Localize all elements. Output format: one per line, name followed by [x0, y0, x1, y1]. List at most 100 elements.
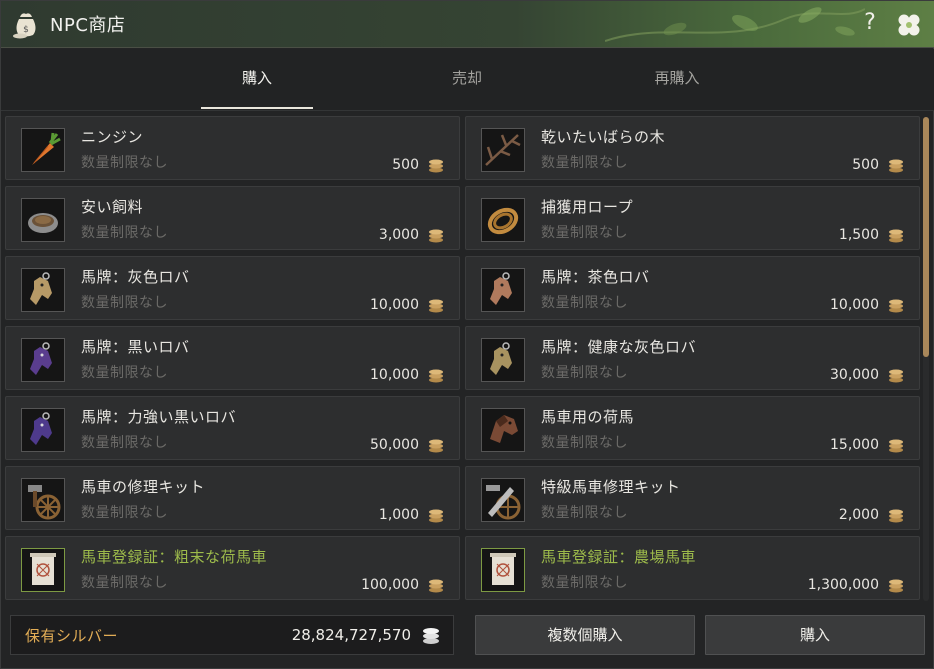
- silver-coin-icon: [423, 628, 439, 644]
- svg-text:$: $: [23, 25, 29, 35]
- list-item[interactable]: 捕獲用ロープ 数量制限なし 1,500: [465, 186, 920, 250]
- silver-coin-icon: [889, 229, 903, 243]
- item-price: 10,000: [370, 367, 419, 383]
- item-name: 馬牌：黒いロバ: [81, 338, 190, 356]
- item-quantity-limit: 数量制限なし: [81, 295, 168, 311]
- money-bag-icon: $: [13, 13, 36, 39]
- list-item[interactable]: ニンジン 数量制限なし 500: [5, 116, 460, 180]
- item-price: 50,000: [370, 437, 419, 453]
- list-item[interactable]: 馬牌：灰色ロバ 数量制限なし 10,000: [5, 256, 460, 320]
- scrollbar-thumb[interactable]: [923, 117, 929, 357]
- item-quantity-limit: 数量制限なし: [81, 575, 168, 591]
- title-bar[interactable]: $ NPC商店 ?: [1, 1, 934, 48]
- tab-buy[interactable]: 購入: [197, 49, 317, 109]
- item-name: 馬車登録証：粗末な荷馬車: [81, 548, 268, 566]
- item-name: 馬牌：灰色ロバ: [81, 268, 190, 286]
- tab-rebuy[interactable]: 再購入: [617, 49, 737, 109]
- donkey-tag-icon: [481, 268, 525, 312]
- item-quantity-limit: 数量制限なし: [541, 295, 628, 311]
- list-item[interactable]: 乾いたいばらの木 数量制限なし 500: [465, 116, 920, 180]
- list-item[interactable]: 馬牌：力強い黒いロバ 数量制限なし 50,000: [5, 396, 460, 460]
- item-price: 3,000: [378, 227, 419, 243]
- silver-coin-icon: [429, 229, 443, 243]
- item-price: 1,000: [378, 507, 419, 523]
- silver-coin-icon: [429, 509, 443, 523]
- item-name: 馬牌：茶色ロバ: [541, 268, 650, 286]
- carrot-icon: [21, 128, 65, 172]
- item-price: 15,000: [830, 437, 879, 453]
- item-name: 馬牌：健康な灰色ロバ: [541, 338, 697, 356]
- item-quantity-limit: 数量制限なし: [81, 505, 168, 521]
- silver-coin-icon: [889, 369, 903, 383]
- item-price: 1,300,000: [807, 577, 879, 593]
- donkey-tag-icon: [481, 338, 525, 382]
- feed-bowl-icon: [21, 198, 65, 242]
- horse-head-icon: [481, 408, 525, 452]
- item-name: 安い飼料: [81, 198, 144, 216]
- item-quantity-limit: 数量制限なし: [541, 575, 628, 591]
- item-name: 馬牌：力強い黒いロバ: [81, 408, 237, 426]
- window-title: NPC商店: [50, 15, 126, 36]
- item-list: ニンジン 数量制限なし 500 乾いたいばらの木 数量制限なし 500 安い飼料…: [1, 112, 934, 604]
- list-item[interactable]: 馬車用の荷馬 数量制限なし 15,000: [465, 396, 920, 460]
- rope-icon: [481, 198, 525, 242]
- item-price: 10,000: [830, 297, 879, 313]
- list-item[interactable]: 馬牌：黒いロバ 数量制限なし 10,000: [5, 326, 460, 390]
- item-quantity-limit: 数量制限なし: [541, 505, 628, 521]
- clover-icon[interactable]: [895, 11, 923, 39]
- item-quantity-limit: 数量制限なし: [81, 155, 168, 171]
- list-item[interactable]: 馬牌：健康な灰色ロバ 数量制限なし 30,000: [465, 326, 920, 390]
- repair-kit-icon: [21, 478, 65, 522]
- item-price: 10,000: [370, 297, 419, 313]
- silver-coin-icon: [889, 299, 903, 313]
- item-name: ニンジン: [81, 128, 144, 146]
- item-name: 馬車登録証：農場馬車: [541, 548, 697, 566]
- item-quantity-limit: 数量制限なし: [541, 435, 628, 451]
- silver-coin-icon: [429, 299, 443, 313]
- silver-coin-icon: [429, 439, 443, 453]
- silver-coin-icon: [889, 439, 903, 453]
- item-name: 捕獲用ロープ: [541, 198, 634, 216]
- item-name: 馬車用の荷馬: [541, 408, 635, 426]
- premium-repair-kit-icon: [481, 478, 525, 522]
- item-name: 馬車の修理キット: [81, 478, 206, 496]
- thorn-branch-icon: [481, 128, 525, 172]
- list-item[interactable]: 安い飼料 数量制限なし 3,000: [5, 186, 460, 250]
- list-item[interactable]: 馬牌：茶色ロバ 数量制限なし 10,000: [465, 256, 920, 320]
- list-item[interactable]: 馬車登録証：粗末な荷馬車 数量制限なし 100,000: [5, 536, 460, 600]
- item-price: 30,000: [830, 367, 879, 383]
- item-quantity-limit: 数量制限なし: [81, 225, 168, 241]
- item-quantity-limit: 数量制限なし: [541, 365, 628, 381]
- silver-coin-icon: [429, 579, 443, 593]
- item-price: 1,500: [838, 227, 879, 243]
- help-button[interactable]: ?: [859, 10, 881, 38]
- item-quantity-limit: 数量制限なし: [541, 225, 628, 241]
- item-quantity-limit: 数量制限なし: [81, 365, 168, 381]
- silver-coin-icon: [429, 369, 443, 383]
- item-quantity-limit: 数量制限なし: [541, 155, 628, 171]
- item-price: 2,000: [838, 507, 879, 523]
- item-price: 100,000: [361, 577, 419, 593]
- buy-button[interactable]: 購入: [705, 615, 925, 655]
- shop-tabs: 購入 売却 再購入: [1, 49, 934, 111]
- donkey-tag-icon: [21, 268, 65, 312]
- silver-coin-icon: [889, 159, 903, 173]
- bulk-buy-button[interactable]: 複数個購入: [475, 615, 695, 655]
- tab-sell[interactable]: 売却: [407, 49, 527, 109]
- list-item[interactable]: 特級馬車修理キット 数量制限なし 2,000: [465, 466, 920, 530]
- item-name: 乾いたいばらの木: [541, 128, 666, 146]
- donkey-tag-icon: [21, 338, 65, 382]
- vine-decoration: [605, 7, 865, 42]
- silver-balance: 保有シルバー 28,824,727,570: [10, 615, 454, 655]
- silver-coin-icon: [889, 579, 903, 593]
- npc-shop-window: $ NPC商店 ? 購入 売却 再購入 ニンジン 数量制限なし 500 乾いたい…: [0, 0, 934, 669]
- silver-coin-icon: [889, 509, 903, 523]
- list-item[interactable]: 馬車登録証：農場馬車 数量制限なし 1,300,000: [465, 536, 920, 600]
- list-item[interactable]: 馬車の修理キット 数量制限なし 1,000: [5, 466, 460, 530]
- item-name: 特級馬車修理キット: [541, 478, 681, 496]
- item-price: 500: [392, 157, 419, 173]
- item-quantity-limit: 数量制限なし: [81, 435, 168, 451]
- scrollbar[interactable]: [923, 117, 929, 601]
- donkey-tag-icon: [21, 408, 65, 452]
- wagon-certificate-icon: [481, 548, 525, 592]
